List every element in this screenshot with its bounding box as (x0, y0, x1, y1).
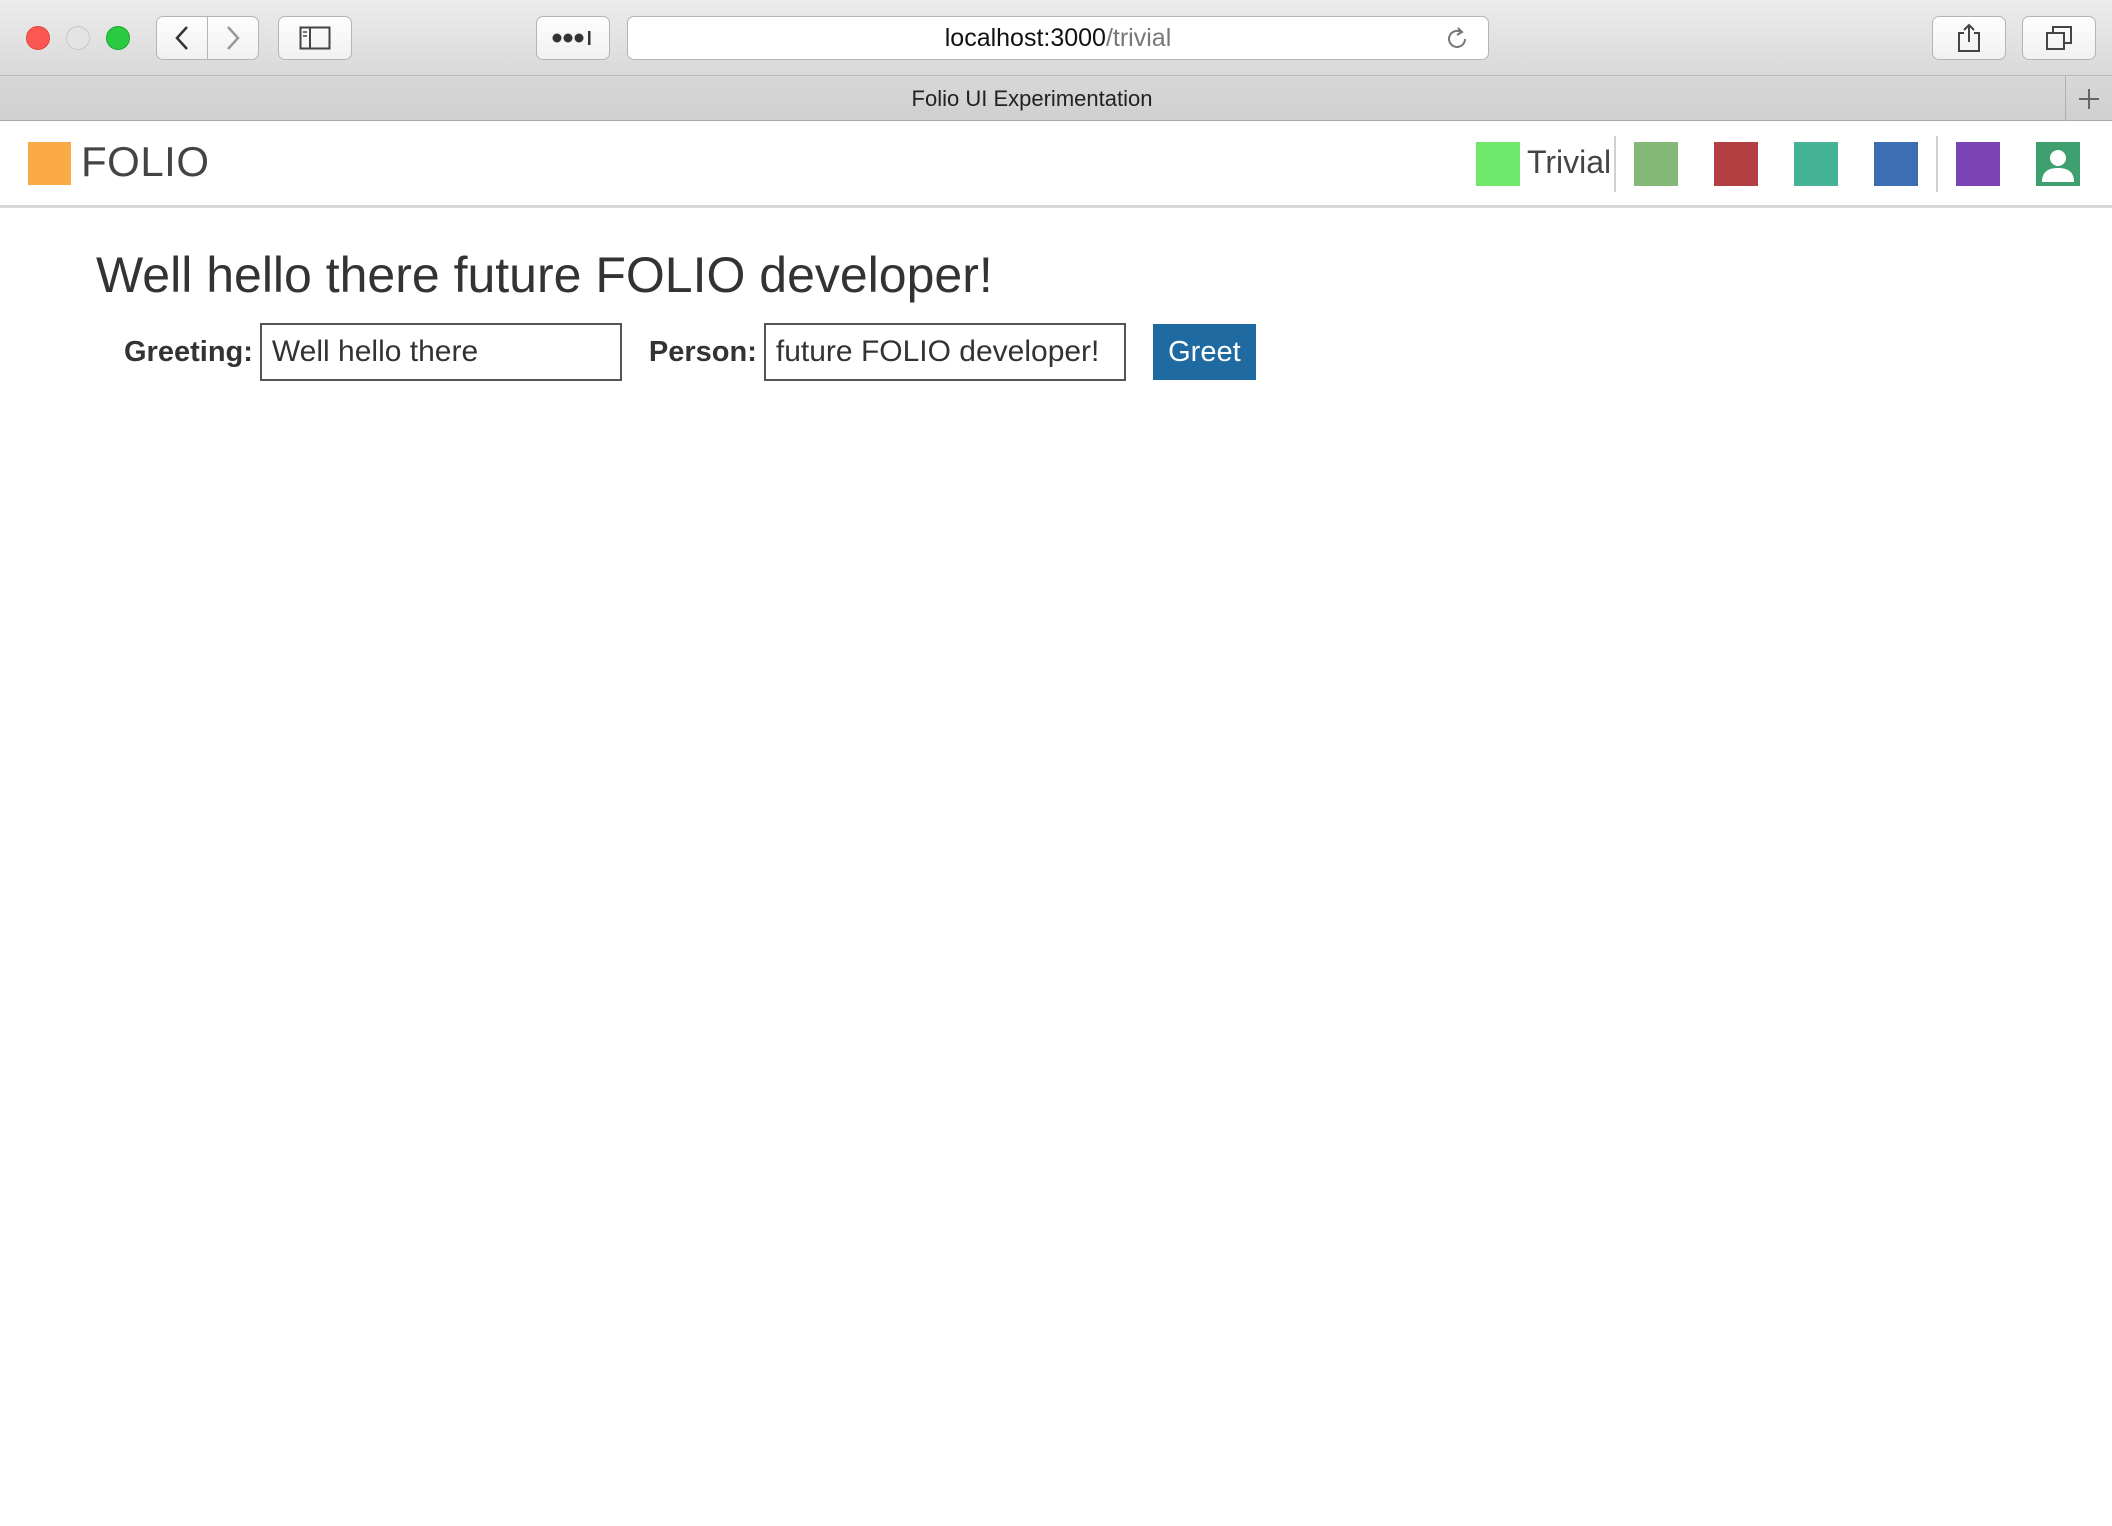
user-profile-icon[interactable] (2036, 142, 2080, 186)
greeting-input[interactable] (259, 323, 622, 381)
app-navbar: FOLIO Trivial (0, 122, 2112, 208)
app-icon-teal[interactable] (1794, 142, 1838, 186)
tab-bar: Folio UI Experimentation (0, 76, 2112, 121)
sidebar-toggle-button[interactable] (278, 16, 352, 60)
tabs-icon (2046, 26, 2072, 50)
extensions-button[interactable] (536, 16, 610, 60)
plus-icon (2079, 88, 2099, 109)
nav-divider (1936, 136, 1938, 192)
browser-toolbar: localhost:3000/trivial (0, 0, 2112, 76)
app-icon-blue[interactable] (1874, 142, 1918, 186)
address-bar[interactable]: localhost:3000/trivial (627, 16, 1489, 60)
folio-logo-icon[interactable] (28, 142, 71, 185)
trivial-app-label[interactable]: Trivial (1527, 144, 1611, 181)
chevron-right-icon (227, 26, 240, 50)
forward-button[interactable] (207, 16, 259, 60)
person-input[interactable] (763, 323, 1126, 381)
app-icon-red[interactable] (1714, 142, 1758, 186)
new-tab-button[interactable] (2065, 76, 2112, 121)
nav-divider (1614, 136, 1616, 192)
back-button[interactable] (156, 16, 208, 60)
trivial-app-icon[interactable] (1476, 142, 1520, 186)
url-path: /trivial (1105, 23, 1172, 52)
user-icon (2042, 150, 2074, 182)
url-host: localhost:3000 (944, 23, 1106, 52)
more-dots-icon (552, 31, 591, 45)
greet-button[interactable]: Greet (1152, 324, 1256, 380)
share-button[interactable] (1932, 16, 2006, 60)
tab-title[interactable]: Folio UI Experimentation (0, 76, 2064, 121)
logo-text[interactable]: FOLIO (81, 138, 210, 186)
window-maximize-button[interactable] (106, 26, 130, 50)
chevron-left-icon (175, 26, 188, 50)
share-icon (1958, 23, 1980, 52)
person-label: Person: (648, 335, 757, 368)
page-heading: Well hello there future FOLIO developer! (96, 247, 993, 303)
tab-overview-button[interactable] (2022, 16, 2096, 60)
app-icon-green[interactable] (1634, 142, 1678, 186)
window-close-button[interactable] (26, 26, 50, 50)
app-icon-purple[interactable] (1956, 142, 2000, 186)
greeting-label: Greeting: (124, 335, 253, 368)
window-minimize-button[interactable] (66, 26, 90, 50)
sidebar-icon (299, 26, 331, 50)
reload-icon[interactable] (1444, 26, 1470, 52)
greeting-form: Greeting: Person: Greet (124, 323, 1256, 381)
